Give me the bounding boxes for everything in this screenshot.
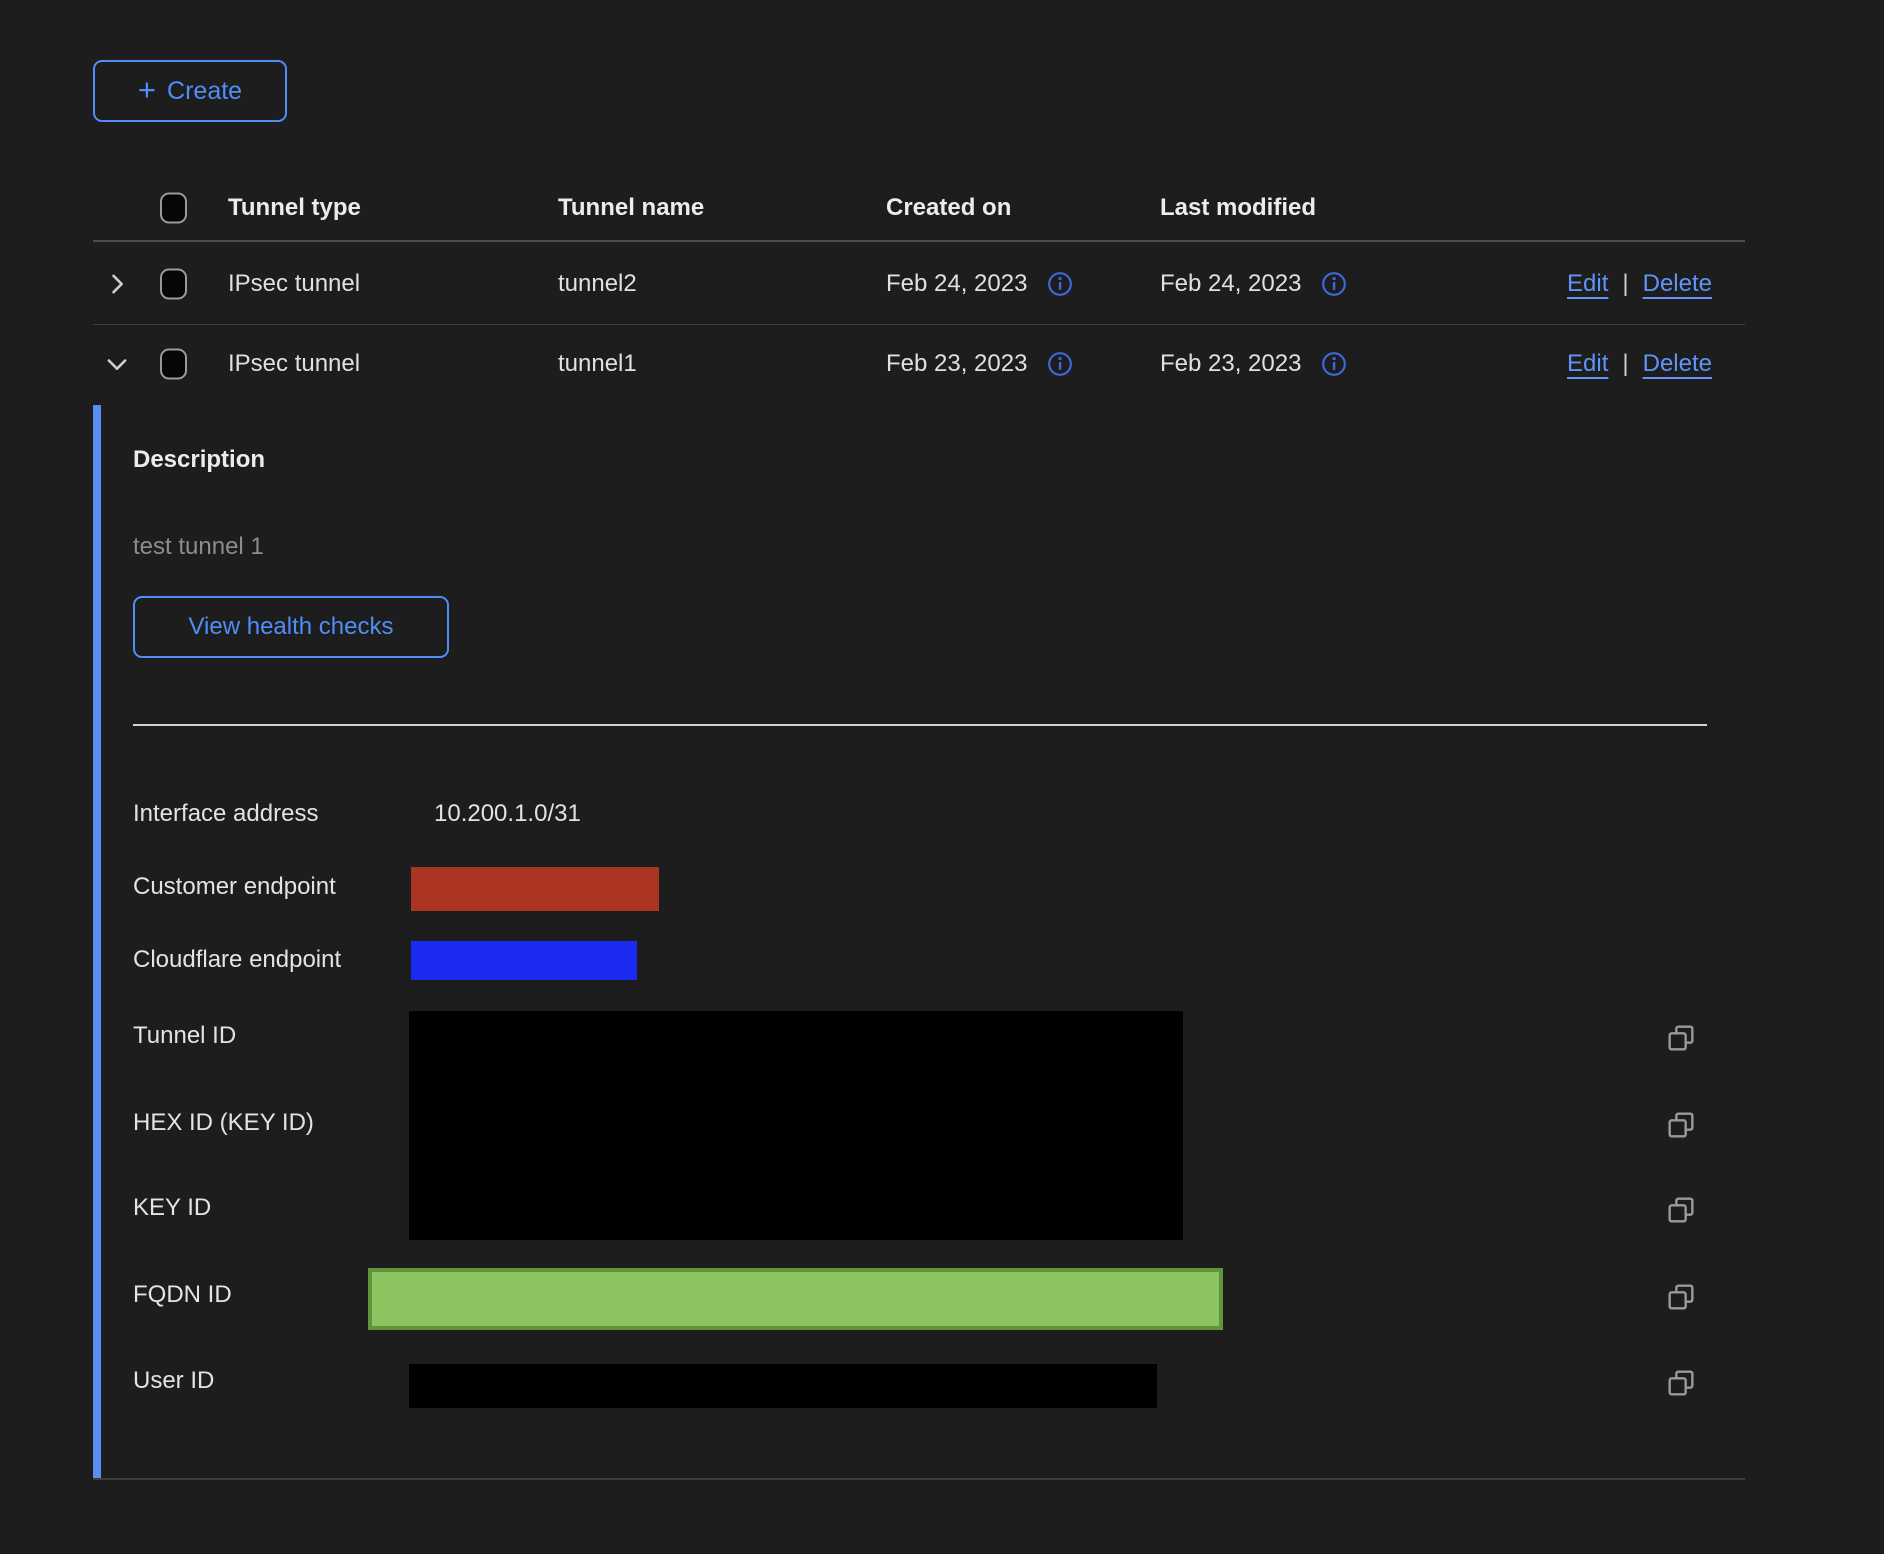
info-icon[interactable]: [1321, 271, 1347, 297]
tunnel-type-value: IPsec tunnel: [228, 350, 360, 378]
edit-link[interactable]: Edit: [1567, 270, 1608, 298]
created-on-value: Feb 23, 2023: [886, 350, 1027, 378]
select-all-checkbox[interactable]: [160, 192, 187, 223]
last-modified-value: Feb 23, 2023: [1160, 350, 1301, 378]
interface-address-value: 10.200.1.0/31: [434, 800, 581, 828]
table-row: IPsec tunnel tunnel1 Feb 23, 2023 Feb 23…: [93, 326, 1745, 402]
interface-address-label: Interface address: [133, 800, 318, 828]
ids-redaction: [409, 1011, 1183, 1240]
create-button[interactable]: + Create: [93, 60, 287, 122]
section-divider: [133, 724, 1707, 726]
key-id-label: KEY ID: [133, 1194, 211, 1222]
description-value: test tunnel 1: [133, 533, 264, 561]
plus-icon: +: [138, 74, 156, 105]
table-row: IPsec tunnel tunnel2 Feb 24, 2023 Feb 24…: [93, 244, 1745, 325]
info-icon[interactable]: [1321, 351, 1347, 377]
delete-link[interactable]: Delete: [1643, 270, 1712, 298]
chevron-down-icon[interactable]: [103, 350, 131, 378]
delete-link[interactable]: Delete: [1643, 350, 1712, 378]
tunnel-id-label: Tunnel ID: [133, 1022, 236, 1050]
customer-endpoint-label: Customer endpoint: [133, 873, 336, 901]
hex-id-label: HEX ID (KEY ID): [133, 1109, 314, 1137]
chevron-right-icon[interactable]: [103, 270, 131, 298]
copy-icon[interactable]: [1665, 1367, 1697, 1399]
copy-icon[interactable]: [1665, 1022, 1697, 1054]
tunnel-type-value: IPsec tunnel: [228, 270, 360, 298]
edit-link[interactable]: Edit: [1567, 350, 1608, 378]
tunnel-name-value: tunnel2: [558, 270, 637, 298]
cloudflare-endpoint-label: Cloudflare endpoint: [133, 946, 341, 974]
header-tunnel-name: Tunnel name: [558, 194, 704, 222]
tunnel-name-value: tunnel1: [558, 350, 637, 378]
tunnel-detail-panel: Description test tunnel 1 View health ch…: [93, 402, 1745, 1480]
created-on-value: Feb 24, 2023: [886, 270, 1027, 298]
description-label: Description: [133, 446, 265, 474]
fqdn-id-label: FQDN ID: [133, 1281, 232, 1309]
expanded-row-accent-bar: [93, 405, 101, 1478]
user-id-label: User ID: [133, 1367, 214, 1395]
view-health-checks-button[interactable]: View health checks: [133, 596, 449, 658]
fqdn-id-redaction: [368, 1268, 1223, 1330]
create-button-label: Create: [167, 77, 242, 106]
last-modified-value: Feb 24, 2023: [1160, 270, 1301, 298]
header-tunnel-type: Tunnel type: [228, 194, 361, 222]
table-header-row: Tunnel type Tunnel name Created on Last …: [93, 175, 1745, 242]
row-checkbox[interactable]: [160, 349, 187, 380]
action-separator: |: [1622, 270, 1628, 298]
row-checkbox[interactable]: [160, 269, 187, 300]
customer-endpoint-redaction: [411, 867, 659, 911]
cloudflare-endpoint-redaction: [411, 941, 637, 980]
user-id-redaction: [409, 1364, 1157, 1408]
copy-icon[interactable]: [1665, 1281, 1697, 1313]
action-separator: |: [1622, 350, 1628, 378]
tunnels-page: + Create Tunnel type Tunnel name Created…: [0, 0, 1884, 1554]
info-icon[interactable]: [1047, 271, 1073, 297]
panel-bottom-border: [93, 1478, 1745, 1480]
copy-icon[interactable]: [1665, 1194, 1697, 1226]
header-created-on: Created on: [886, 194, 1011, 222]
copy-icon[interactable]: [1665, 1109, 1697, 1141]
info-icon[interactable]: [1047, 351, 1073, 377]
header-last-modified: Last modified: [1160, 194, 1316, 222]
